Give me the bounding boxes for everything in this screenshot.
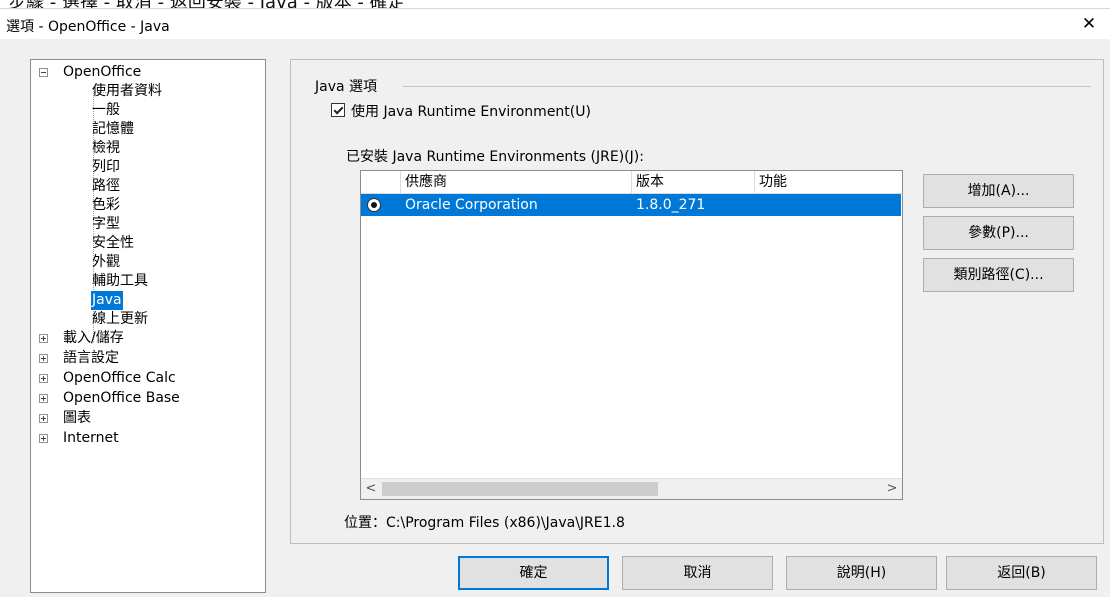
cancel-button[interactable]: 取消	[622, 556, 773, 590]
column-header-select[interactable]	[361, 171, 401, 193]
tree-label: 外觀	[92, 254, 120, 270]
scroll-right-icon[interactable]: >	[882, 479, 902, 499]
cell-vendor: Oracle Corporation	[405, 197, 538, 213]
tree-item-appearance[interactable]: 外觀	[31, 253, 261, 272]
expand-icon[interactable]	[39, 374, 48, 383]
cell-features	[755, 194, 759, 216]
jre-radio[interactable]	[367, 198, 381, 212]
tree-label: 載入/儲存	[63, 330, 124, 346]
tree-label: 輔助工具	[92, 273, 148, 289]
tree-label: Internet	[63, 430, 119, 446]
java-options-panel: Java 選項 使用 Java Runtime Environment(U) 已…	[290, 59, 1104, 544]
ok-button[interactable]: 確定	[458, 556, 609, 590]
cropped-top-text: 步驟 - 選擇 - 取消 - 返回安裝 - Java - 版本 - 確定	[0, 0, 1110, 8]
tree-item-java[interactable]: Java	[31, 291, 261, 310]
tree-label: 路徑	[92, 178, 120, 194]
tree-label: OpenOffice Base	[63, 390, 180, 406]
tree-item-general[interactable]: 一般	[31, 101, 261, 120]
table-header: 供應商 版本 功能	[361, 171, 902, 194]
back-button[interactable]: 返回(B)	[946, 556, 1097, 590]
title-bar: 選項 - OpenOffice - Java ✕	[0, 9, 1110, 39]
cropped-caption: 步驟 - 選擇 - 取消 - 返回安裝 - Java - 版本 - 確定	[8, 0, 406, 8]
expand-icon[interactable]	[39, 334, 48, 343]
tree-label: 字型	[92, 216, 120, 232]
tree-label: OpenOffice	[63, 64, 142, 80]
expand-icon[interactable]	[39, 394, 48, 403]
tree-label: 檢視	[92, 140, 120, 156]
window-title: 選項 - OpenOffice - Java	[6, 19, 170, 35]
tree-item-colors[interactable]: 色彩	[31, 196, 261, 215]
tree-item-base[interactable]: OpenOffice Base	[31, 389, 261, 408]
class-path-button[interactable]: 類別路徑(C)...	[923, 258, 1074, 292]
tree-item-paths[interactable]: 路徑	[31, 177, 261, 196]
scroll-left-icon[interactable]: <	[361, 479, 381, 499]
tree-label: 一般	[92, 102, 120, 118]
tree-label: 安全性	[92, 235, 134, 251]
tree-item-load-save[interactable]: 載入/儲存	[31, 329, 261, 348]
add-button[interactable]: 增加(A)...	[923, 174, 1074, 208]
expand-icon[interactable]	[39, 354, 48, 363]
tree-label: 圖表	[63, 410, 91, 426]
group-title: Java 選項	[315, 79, 378, 95]
scroll-thumb[interactable]	[382, 482, 658, 496]
help-button[interactable]: 說明(H)	[786, 556, 937, 590]
tree-item-user-data[interactable]: 使用者資料	[31, 82, 261, 101]
tree-item-view[interactable]: 檢視	[31, 139, 261, 158]
table-row[interactable]: Oracle Corporation 1.8.0_271	[361, 194, 901, 216]
tree-item-online-update[interactable]: 線上更新	[31, 310, 261, 329]
use-jre-label[interactable]: 使用 Java Runtime Environment(U)	[351, 101, 591, 121]
cell-version: 1.8.0_271	[636, 197, 706, 213]
tree-label: 使用者資料	[92, 83, 162, 99]
tree-item-fonts[interactable]: 字型	[31, 215, 261, 234]
tree-label: 語言設定	[63, 350, 119, 366]
installed-jre-label: 已安裝 Java Runtime Environments (JRE)(J):	[346, 149, 644, 165]
tree-item-language[interactable]: 語言設定	[31, 349, 261, 368]
group-divider	[403, 86, 1091, 87]
tree-item-memory[interactable]: 記憶體	[31, 120, 261, 139]
column-header-vendor[interactable]: 供應商	[401, 171, 632, 193]
tree-item-print[interactable]: 列印	[31, 158, 261, 177]
jre-table[interactable]: 供應商 版本 功能 Oracle Corporation 1.8.0_271 <…	[360, 170, 903, 500]
parameters-button[interactable]: 參數(P)...	[923, 216, 1074, 250]
options-tree[interactable]: OpenOffice 使用者資料 一般 記憶體 檢視 列印 路徑 色彩 字型 安…	[30, 59, 266, 593]
collapse-icon[interactable]	[39, 68, 48, 77]
expand-icon[interactable]	[39, 414, 48, 423]
tree-label: 色彩	[92, 197, 120, 213]
options-dialog: 選項 - OpenOffice - Java ✕ OpenOffice 使用者資…	[0, 8, 1110, 597]
tree-item-internet[interactable]: Internet	[31, 429, 261, 448]
tree-item-calc[interactable]: OpenOffice Calc	[31, 369, 261, 388]
tree-label: 記憶體	[92, 121, 134, 137]
tree-label-selected: Java	[91, 291, 123, 310]
tree-item-charts[interactable]: 圖表	[31, 409, 261, 428]
tree-item-security[interactable]: 安全性	[31, 234, 261, 253]
column-header-features[interactable]: 功能	[755, 171, 902, 193]
column-header-version[interactable]: 版本	[632, 171, 755, 193]
tree-item-openoffice[interactable]: OpenOffice	[31, 63, 261, 82]
close-icon[interactable]: ✕	[1074, 12, 1104, 36]
horizontal-scrollbar[interactable]: < >	[361, 478, 902, 499]
jre-location: 位置：C:\Program Files (x86)\Java\JRE1.8	[344, 515, 625, 531]
expand-icon[interactable]	[39, 434, 48, 443]
use-jre-checkbox[interactable]	[331, 103, 345, 117]
tree-item-accessibility[interactable]: 輔助工具	[31, 272, 261, 291]
tree-label: OpenOffice Calc	[63, 370, 176, 386]
tree-label: 列印	[92, 159, 120, 175]
tree-label: 線上更新	[92, 311, 148, 327]
